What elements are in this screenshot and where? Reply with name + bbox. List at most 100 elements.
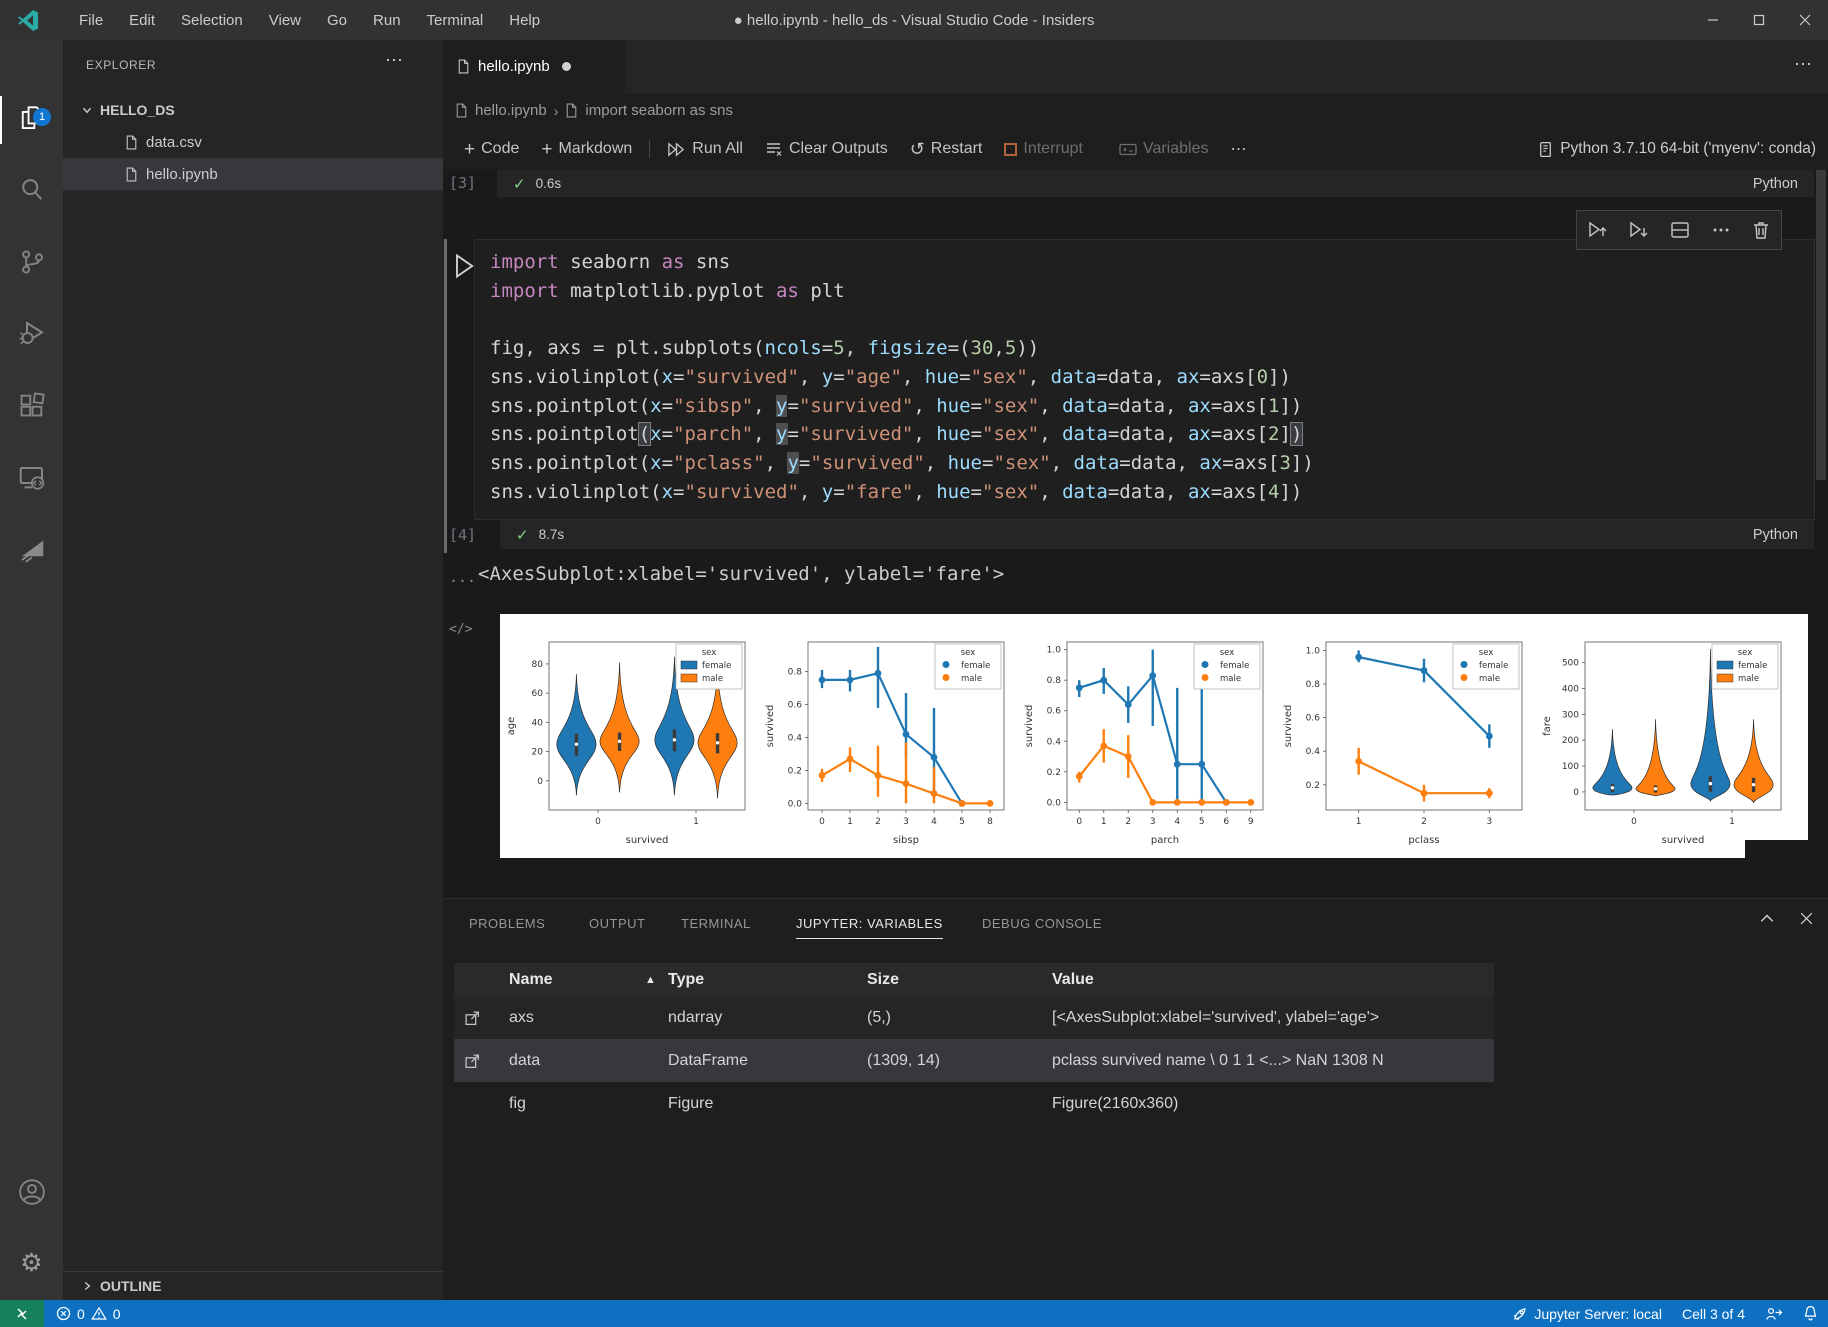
- var-value: Figure(2160x360): [1052, 1095, 1178, 1113]
- svg-text:parch: parch: [1151, 835, 1179, 846]
- breadcrumb-cell[interactable]: import seaborn as sns: [585, 102, 733, 119]
- tab-debug-console[interactable]: DEBUG CONSOLE: [982, 899, 1102, 947]
- menu-terminal[interactable]: Terminal: [414, 12, 497, 29]
- split-cell-button[interactable]: [1669, 219, 1691, 241]
- remote-explorer-view-button[interactable]: [0, 452, 63, 504]
- menu-go[interactable]: Go: [314, 12, 360, 29]
- column-type[interactable]: Type: [668, 971, 704, 989]
- explorer-view-button[interactable]: [0, 94, 63, 146]
- svg-text:0: 0: [1076, 817, 1082, 827]
- source-control-view-button[interactable]: [0, 236, 63, 288]
- clear-outputs-button[interactable]: Clear Outputs: [754, 134, 899, 164]
- svg-text:0.6: 0.6: [788, 701, 803, 711]
- run-above-button[interactable]: [1587, 219, 1609, 241]
- editor-more-actions[interactable]: ⋯: [1794, 54, 1814, 75]
- svg-text:male: male: [1738, 674, 1759, 684]
- svg-text:6: 6: [1223, 817, 1229, 827]
- sidebar-file-hello-ipynb[interactable]: hello.ipynb: [63, 158, 443, 190]
- cell-icon: [565, 103, 578, 118]
- menu-run[interactable]: Run: [360, 12, 414, 29]
- run-cell-button[interactable]: [452, 252, 476, 280]
- restart-button[interactable]: ↺ Restart: [899, 134, 994, 164]
- menu-edit[interactable]: Edit: [116, 12, 168, 29]
- add-code-cell-button[interactable]: + Code: [453, 134, 530, 164]
- column-name[interactable]: Name: [509, 971, 553, 989]
- breadcrumb-separator: ›: [554, 103, 559, 119]
- cell-focus-indicator: [444, 239, 447, 553]
- cell3-status-bar: ✓ 0.6s Python: [497, 170, 1814, 197]
- interrupt-icon: [1004, 143, 1017, 156]
- open-variable-icon[interactable]: [464, 1052, 481, 1069]
- notebook-scrollbar[interactable]: [1816, 170, 1826, 480]
- modified-dot-icon[interactable]: [562, 62, 571, 71]
- output-gutter-dots: ...: [449, 568, 476, 586]
- notebook-scroll-area[interactable]: [3] ✓ 0.6s Python import seaborn as snsi…: [443, 170, 1828, 898]
- table-row-axs[interactable]: axs ndarray (5,) [<AxesSubplot:xlabel='s…: [454, 996, 1494, 1039]
- svg-text:survived: survived: [1283, 705, 1294, 748]
- cell-indicator[interactable]: Cell 3 of 4: [1682, 1306, 1745, 1322]
- open-variable-icon[interactable]: [464, 1009, 481, 1026]
- folder-label: HELLO_DS: [100, 102, 175, 118]
- remote-indicator[interactable]: [0, 1300, 44, 1327]
- toolbar-more-button[interactable]: ⋯: [1219, 134, 1259, 164]
- add-markdown-cell-button[interactable]: + Markdown: [530, 134, 643, 164]
- sidebar-folder-hello-ds[interactable]: HELLO_DS: [63, 94, 443, 126]
- svg-text:40: 40: [532, 718, 544, 728]
- menu-selection[interactable]: Selection: [168, 12, 256, 29]
- extensions-view-button[interactable]: [0, 379, 63, 431]
- run-below-button[interactable]: [1628, 219, 1650, 241]
- warnings-indicator[interactable]: 0: [91, 1306, 121, 1322]
- column-size[interactable]: Size: [867, 971, 899, 989]
- code-line: sns.pointplot(x="parch", y="survived", h…: [490, 420, 1314, 449]
- svg-text:survived: survived: [626, 835, 669, 846]
- code-content[interactable]: import seaborn as snsimport matplotlib.p…: [490, 248, 1314, 506]
- cell4-language[interactable]: Python: [1753, 527, 1798, 543]
- errors-indicator[interactable]: 0: [56, 1306, 85, 1322]
- sidebar-file-data-csv[interactable]: data.csv: [63, 126, 443, 158]
- tab-terminal[interactable]: TERMINAL: [681, 899, 751, 947]
- close-panel-button[interactable]: [1799, 911, 1814, 926]
- table-row-data[interactable]: data DataFrame (1309, 14) pclass survive…: [454, 1039, 1494, 1082]
- success-check-icon: ✓: [516, 526, 529, 544]
- search-view-button[interactable]: [0, 164, 63, 216]
- feedback-icon[interactable]: [1765, 1306, 1783, 1322]
- tab-hello-ipynb[interactable]: hello.ipynb: [443, 40, 625, 93]
- settings-button[interactable]: ⚙: [0, 1237, 63, 1289]
- tab-problems[interactable]: PROBLEMS: [469, 899, 545, 947]
- jupyter-server-indicator[interactable]: Jupyter Server: local: [1512, 1306, 1662, 1322]
- minimize-button[interactable]: [1690, 0, 1736, 40]
- kernel-picker[interactable]: Python 3.7.10 64-bit ('myenv': conda): [1538, 128, 1816, 170]
- menu-help[interactable]: Help: [496, 12, 553, 29]
- notifications-bell-icon[interactable]: [1803, 1305, 1818, 1322]
- remote-explorer-icon: [17, 463, 47, 493]
- delete-cell-button[interactable]: [1751, 219, 1771, 241]
- close-button[interactable]: [1782, 0, 1828, 40]
- run-all-button[interactable]: Run All: [656, 134, 754, 164]
- svg-text:0.2: 0.2: [1306, 781, 1320, 791]
- rocket-icon: [1512, 1306, 1528, 1322]
- outline-section-header[interactable]: OUTLINE: [63, 1271, 443, 1300]
- extension-triangle-button[interactable]: [0, 524, 63, 576]
- account-button[interactable]: [0, 1166, 63, 1218]
- column-value[interactable]: Value: [1052, 971, 1094, 989]
- table-row-fig[interactable]: fig Figure Figure(2160x360): [454, 1082, 1494, 1125]
- explorer-more-actions[interactable]: ⋯: [385, 50, 405, 71]
- svg-text:0: 0: [595, 817, 601, 827]
- run-debug-view-button[interactable]: [0, 307, 63, 359]
- cell3-language[interactable]: Python: [1753, 176, 1798, 192]
- svg-text:survived: survived: [1662, 835, 1705, 846]
- output-mime-icon[interactable]: </>: [449, 622, 472, 637]
- tab-output[interactable]: OUTPUT: [589, 899, 645, 947]
- maximize-panel-button[interactable]: [1759, 911, 1775, 927]
- variables-table-header: Name ▲ Type Size Value: [454, 963, 1494, 996]
- more-actions-button[interactable]: [1710, 219, 1732, 241]
- svg-text:1.0: 1.0: [1047, 646, 1062, 656]
- menu-view[interactable]: View: [256, 12, 314, 29]
- maximize-button[interactable]: [1736, 0, 1782, 40]
- svg-text:2: 2: [875, 817, 881, 827]
- svg-text:1.0: 1.0: [1306, 646, 1321, 656]
- breadcrumb-file[interactable]: hello.ipynb: [475, 102, 547, 119]
- tab-jupyter-variables[interactable]: JUPYTER: VARIABLES: [796, 899, 943, 947]
- menu-file[interactable]: File: [66, 12, 116, 29]
- svg-text:4: 4: [1174, 817, 1180, 827]
